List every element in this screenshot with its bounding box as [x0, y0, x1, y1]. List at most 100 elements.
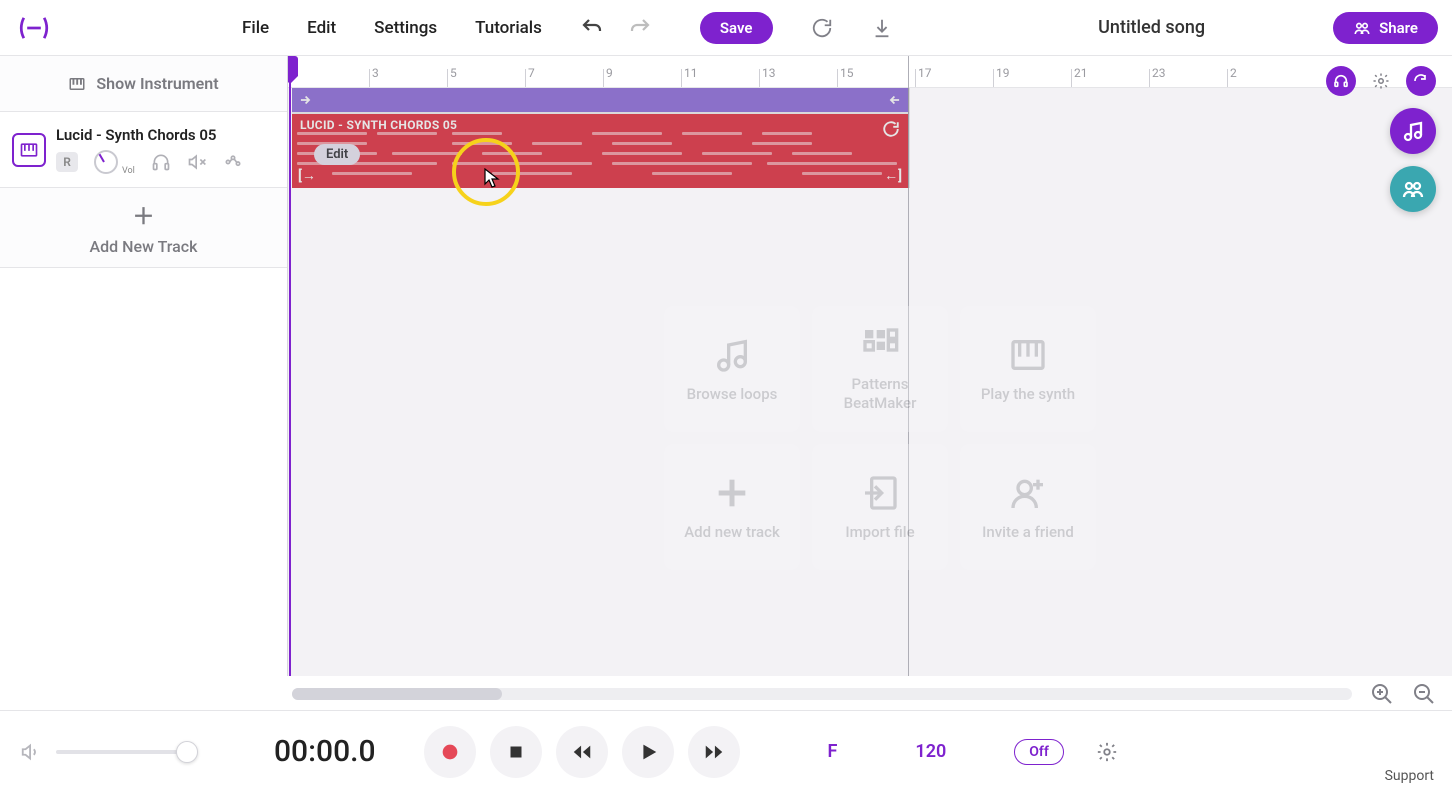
track-meta: Lucid - Synth Chords 05 R Vol — [56, 126, 275, 174]
track-name: Lucid - Synth Chords 05 — [56, 126, 275, 144]
timecode-display: 00:00.0 — [274, 734, 376, 769]
record-arm-button[interactable]: R — [56, 152, 78, 172]
menu-settings[interactable]: Settings — [374, 18, 437, 38]
timeline-ruler[interactable]: 3579111315171921232 — [288, 56, 1452, 88]
share-button[interactable]: Share — [1333, 12, 1438, 44]
quick-add-track-label: Add new track — [684, 523, 780, 542]
show-instrument-label: Show Instrument — [96, 74, 218, 93]
track-row[interactable]: Lucid - Synth Chords 05 R Vol — [0, 112, 287, 188]
grid-icon — [860, 325, 900, 365]
ruler-tick: 5 — [450, 66, 457, 80]
fx-icon[interactable] — [223, 152, 243, 172]
mute-icon[interactable] — [187, 152, 207, 172]
volume-knob[interactable] — [94, 150, 118, 174]
song-title[interactable]: Untitled song — [1098, 17, 1205, 38]
horizontal-scrollbar[interactable] — [292, 688, 1352, 700]
music-note-icon — [712, 335, 752, 375]
add-track-button[interactable]: ＋ Add New Track — [0, 188, 287, 268]
quick-import-label: Import file — [845, 523, 914, 542]
track-panel: Show Instrument Lucid - Synth Chords 05 … — [0, 56, 288, 676]
refresh-round-button[interactable] — [1406, 66, 1436, 96]
slider-thumb[interactable] — [176, 741, 198, 763]
menu-file[interactable]: File — [242, 18, 269, 38]
tempo-display[interactable]: 120 — [915, 741, 946, 762]
library-fab[interactable] — [1390, 108, 1436, 154]
metronome-toggle[interactable]: Off — [1014, 739, 1064, 765]
playhead-handle[interactable] — [288, 56, 298, 76]
loop-start-icon — [298, 93, 312, 107]
loop-end-icon — [888, 93, 902, 107]
zoom-in-button[interactable] — [1370, 682, 1394, 706]
scrollbar-thumb[interactable] — [292, 688, 502, 700]
ruler-tick: 7 — [528, 66, 535, 80]
quick-invite-label: Invite a friend — [982, 523, 1074, 542]
share-label: Share — [1379, 19, 1418, 37]
right-float-buttons — [1326, 66, 1436, 212]
import-icon — [860, 473, 900, 513]
transport-bar: 00:00.0 F 120 Off Support — [0, 710, 1452, 792]
quick-patterns[interactable]: Patterns BeatMaker — [812, 306, 948, 432]
ruler-tick: 3 — [372, 66, 379, 80]
track-controls: R Vol — [56, 150, 275, 174]
quick-browse-label: Browse loops — [687, 385, 778, 404]
rewind-button[interactable] — [556, 726, 608, 778]
ruler-tick: 11 — [684, 66, 698, 80]
piano-keys-icon — [1008, 335, 1048, 375]
add-track-label: Add New Track — [90, 237, 198, 256]
history-controls — [580, 16, 652, 40]
menu-edit[interactable]: Edit — [307, 18, 336, 38]
clip-edit-button[interactable]: Edit — [314, 144, 360, 165]
sync-icon[interactable] — [811, 17, 833, 39]
top-bar: File Edit Settings Tutorials Save Untitl… — [0, 0, 1452, 56]
horizontal-scrollbar-row — [292, 680, 1436, 708]
quick-patterns-label: Patterns BeatMaker — [820, 375, 940, 413]
clip-loop-icon[interactable] — [882, 120, 900, 142]
fast-forward-button[interactable] — [688, 726, 740, 778]
save-button[interactable]: Save — [700, 12, 773, 44]
loop-region-bar[interactable] — [292, 88, 908, 112]
transport-settings-icon[interactable] — [1096, 741, 1118, 763]
ruler-tick: 15 — [840, 66, 854, 80]
quick-invite-friend[interactable]: Invite a friend — [960, 444, 1096, 570]
plus-icon — [712, 473, 752, 513]
headphones-icon[interactable] — [151, 152, 171, 172]
clip-handles: [→←] — [298, 167, 902, 184]
download-icon[interactable] — [871, 17, 893, 39]
track-instrument-icon[interactable] — [12, 133, 46, 167]
ruler-tick: 2 — [1230, 66, 1237, 80]
plus-icon: ＋ — [132, 199, 154, 231]
timeline-area[interactable]: 3579111315171921232 — [288, 56, 1452, 676]
stop-button[interactable] — [490, 726, 542, 778]
user-plus-icon — [1008, 473, 1048, 513]
main-area: Show Instrument Lucid - Synth Chords 05 … — [0, 56, 1452, 676]
piano-icon — [68, 75, 86, 93]
ruler-tick: 23 — [1152, 66, 1166, 80]
playhead-line — [289, 56, 291, 676]
support-link[interactable]: Support — [1385, 768, 1434, 784]
quick-actions-grid: Browse loops Patterns BeatMaker Play the… — [664, 306, 1096, 570]
play-button[interactable] — [622, 726, 674, 778]
main-menu: File Edit Settings Tutorials — [242, 18, 542, 38]
ruler-tick: 9 — [606, 66, 613, 80]
ruler-tick: 13 — [762, 66, 776, 80]
quick-add-track[interactable]: Add new track — [664, 444, 800, 570]
settings-round-button[interactable] — [1366, 66, 1396, 96]
show-instrument-button[interactable]: Show Instrument — [0, 56, 287, 112]
quick-synth-label: Play the synth — [981, 385, 1075, 404]
key-signature[interactable]: F — [828, 741, 838, 762]
master-volume-slider[interactable] — [56, 750, 196, 754]
ruler-tick: 21 — [1074, 66, 1088, 80]
record-button[interactable] — [424, 726, 476, 778]
menu-tutorials[interactable]: Tutorials — [475, 18, 542, 38]
quick-play-synth[interactable]: Play the synth — [960, 306, 1096, 432]
volume-label: Vol — [122, 166, 135, 176]
redo-button — [628, 16, 652, 40]
undo-button[interactable] — [580, 16, 604, 40]
quick-import-file[interactable]: Import file — [812, 444, 948, 570]
headphones-round-button[interactable] — [1326, 66, 1356, 96]
collaborate-fab[interactable] — [1390, 166, 1436, 212]
ruler-tick: 17 — [918, 66, 932, 80]
zoom-out-button[interactable] — [1412, 682, 1436, 706]
midi-clip[interactable]: LUCID - SYNTH CHORDS 05 Edit [→←] — [292, 114, 908, 188]
quick-browse-loops[interactable]: Browse loops — [664, 306, 800, 432]
